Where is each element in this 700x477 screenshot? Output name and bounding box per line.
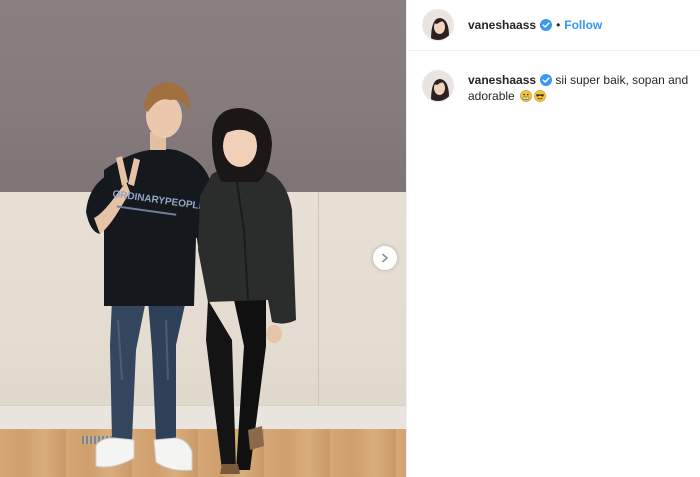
profile-photo	[423, 71, 453, 101]
post-photo[interactable]: ORDINARYPEOPLE	[0, 0, 406, 477]
username-link[interactable]: vaneshaass	[468, 18, 536, 32]
post-header: vaneshaass • Follow	[407, 0, 700, 51]
caption-username-link[interactable]: vaneshaass	[468, 73, 536, 87]
smiling-face-with-sunglasses-emoji-icon	[534, 90, 546, 102]
grimacing-face-emoji-icon	[520, 90, 532, 102]
post-side-panel: vaneshaass • Follow vaneshaass sii super…	[406, 0, 700, 477]
two-people-illustration: ORDINARYPEOPLE	[86, 82, 296, 474]
verified-badge-icon	[540, 19, 553, 31]
avatar[interactable]	[422, 9, 454, 41]
carousel-next-button[interactable]	[373, 246, 397, 270]
avatar[interactable]	[422, 70, 454, 102]
chevron-right-icon	[382, 253, 388, 263]
caption-comment: vaneshaass sii super baik, sopan and ado…	[422, 70, 692, 104]
follow-button[interactable]: Follow	[564, 18, 602, 32]
verified-badge-icon	[540, 74, 553, 86]
profile-photo	[423, 10, 453, 40]
caption-text-block: vaneshaass sii super baik, sopan and ado…	[468, 70, 692, 104]
separator-dot: •	[556, 18, 561, 32]
